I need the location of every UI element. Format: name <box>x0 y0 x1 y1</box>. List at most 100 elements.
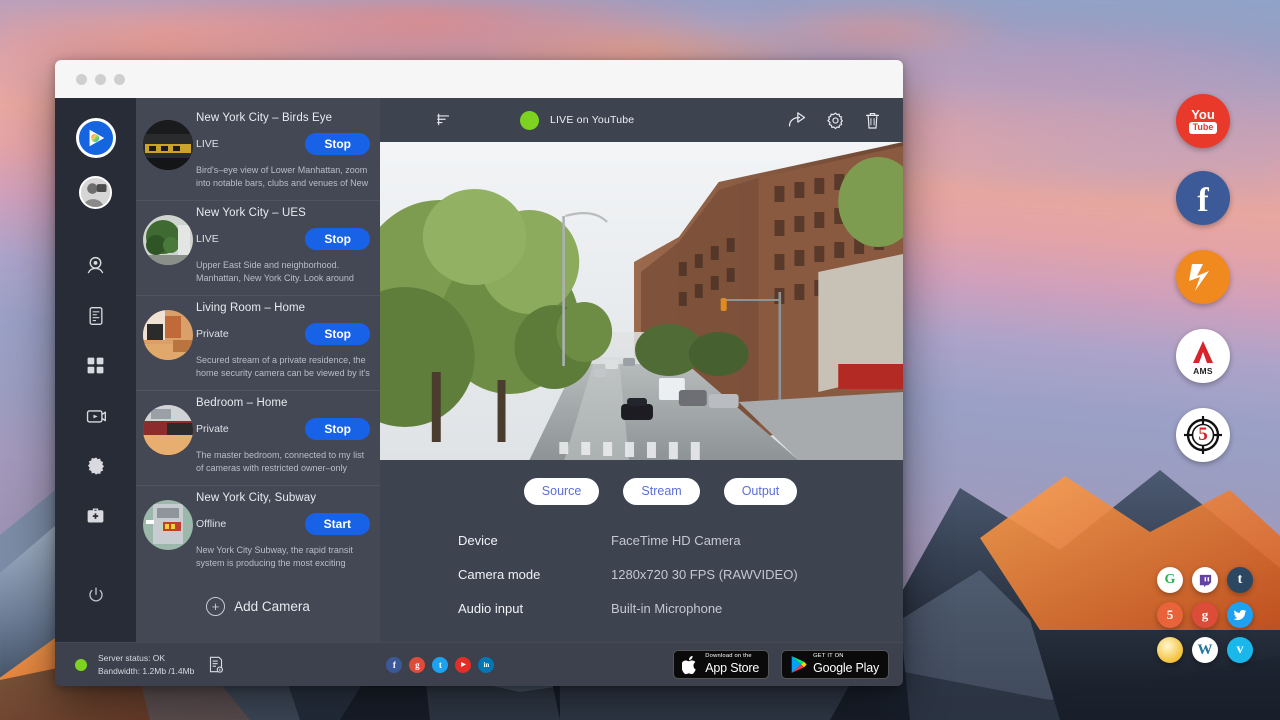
grabyo-icon[interactable]: G <box>1157 567 1183 593</box>
webcam-icon <box>85 255 106 281</box>
camera-state: LIVE <box>196 233 219 245</box>
user-avatar[interactable] <box>79 176 112 209</box>
camera-list-item[interactable]: New York City – UES LIVE Stop Upper East… <box>136 200 380 295</box>
detail-label: Audio input <box>458 601 611 616</box>
sidebar-item-webcam[interactable] <box>73 245 119 291</box>
live-status-dot <box>520 111 539 130</box>
settings-button[interactable] <box>826 111 845 130</box>
camera-list-item[interactable]: Bedroom – Home Private Stop The master b… <box>136 390 380 485</box>
camera-list-item[interactable]: Living Room – Home Private Stop Secured … <box>136 295 380 390</box>
detail-row-audio-input: Audio input Built-in Microphone <box>458 601 903 616</box>
video-icon <box>85 405 107 432</box>
toolbar-actions <box>787 110 881 130</box>
sidebar-item-support[interactable] <box>73 495 119 541</box>
camera-state: LIVE <box>196 138 219 150</box>
tab-stream[interactable]: Stream <box>623 478 699 505</box>
camera-title: New York City – Birds Eye <box>196 112 370 124</box>
google-play-top-label: GET IT ON <box>813 654 879 660</box>
vimeo-icon[interactable]: v <box>1227 637 1253 663</box>
app-logo-play[interactable] <box>76 118 116 158</box>
youtube-label-bottom: Tube <box>1189 122 1218 133</box>
youtube-icon[interactable]: ▶ <box>455 657 471 673</box>
main-panel: LIVE on YouTube <box>380 98 903 642</box>
detail-value[interactable]: Built-in Microphone <box>611 601 722 616</box>
camera-thumbnail <box>143 500 193 550</box>
twitter-bird-glyph <box>1233 608 1247 622</box>
camera-title: New York City – UES <box>196 207 370 219</box>
detail-row-camera-mode: Camera mode 1280x720 30 FPS (RAWVIDEO) <box>458 567 903 582</box>
sun-icon[interactable] <box>1157 637 1183 663</box>
detail-value[interactable]: FaceTime HD Camera <box>611 533 741 548</box>
camera-thumbnail <box>143 405 193 455</box>
google-plus-glyph: g <box>1202 607 1209 623</box>
add-camera-label: Add Camera <box>234 599 310 614</box>
wordpress-icon[interactable]: W <box>1192 637 1218 663</box>
camera-list-panel: New York City – Birds Eye LIVE Stop Bird… <box>136 98 380 642</box>
live-status-label: LIVE on YouTube <box>550 114 634 126</box>
detail-label: Device <box>458 533 611 548</box>
server-status-dot <box>75 659 87 671</box>
video-preview[interactable] <box>380 142 903 460</box>
google-play-badge[interactable]: GET IT ON Google Play <box>781 650 889 679</box>
sidebar-rail <box>55 98 136 642</box>
facebook-icon[interactable]: f <box>386 657 402 673</box>
window-zoom-button[interactable] <box>114 74 125 85</box>
camera-toggle-button[interactable]: Start <box>305 513 370 535</box>
sort-filter-icon[interactable] <box>436 113 451 128</box>
window-body: New York City – Birds Eye LIVE Stop Bird… <box>55 98 903 642</box>
facebook-desktop-icon[interactable]: f <box>1176 171 1230 225</box>
vimeo-glyph: v <box>1237 642 1244 658</box>
window-titlebar <box>55 60 903 98</box>
sidebar-item-power[interactable] <box>73 574 119 620</box>
camera-list-item[interactable]: New York City – Birds Eye LIVE Stop Bird… <box>136 106 380 200</box>
camera-description: Secured stream of a private residence, t… <box>196 354 370 380</box>
camera-list[interactable]: New York City – Birds Eye LIVE Stop Bird… <box>136 98 380 575</box>
camera-title: Living Room – Home <box>196 302 370 314</box>
status-footer: Server status: OK Bandwidth: 1.2Mb /1.4M… <box>55 642 903 686</box>
five-target-desktop-icon[interactable]: 5 <box>1176 408 1230 462</box>
adobe-ams-desktop-icon[interactable]: AMS <box>1176 329 1230 383</box>
tab-source[interactable]: Source <box>524 478 600 505</box>
sidebar-item-video[interactable] <box>73 395 119 441</box>
server-status: Server status: OK Bandwidth: 1.2Mb /1.4M… <box>75 652 224 677</box>
google-plus-icon[interactable]: g <box>409 657 425 673</box>
grid-icon <box>86 356 105 380</box>
app-store-badges: Download on the App Store GET IT ON Goog… <box>673 650 889 679</box>
share-button[interactable] <box>787 110 807 130</box>
camera-toggle-button[interactable]: Stop <box>305 418 370 440</box>
add-camera-button[interactable]: + Add Camera <box>136 575 380 642</box>
camera-toggle-button[interactable]: Stop <box>305 133 370 155</box>
app-window: New York City – Birds Eye LIVE Stop Bird… <box>55 60 903 686</box>
document-info-icon[interactable] <box>208 656 224 673</box>
sidebar-item-grid[interactable] <box>73 345 119 391</box>
tumblr-icon[interactable]: t <box>1227 567 1253 593</box>
detail-value[interactable]: 1280x720 30 FPS (RAWVIDEO) <box>611 567 798 582</box>
server-status-line: Server status: OK <box>98 653 165 663</box>
window-close-button[interactable] <box>76 74 87 85</box>
twitter-icon[interactable] <box>1227 602 1253 628</box>
google-play-icon <box>790 655 807 674</box>
google-plus-icon[interactable]: g <box>1192 602 1218 628</box>
live-status-indicator: LIVE on YouTube <box>520 111 634 130</box>
camera-toggle-button[interactable]: Stop <box>305 228 370 250</box>
app-store-badge[interactable]: Download on the App Store <box>673 650 769 679</box>
camera-toggle-button[interactable]: Stop <box>305 323 370 345</box>
twitter-icon[interactable]: t <box>432 657 448 673</box>
five-icon[interactable]: 5 <box>1157 602 1183 628</box>
youtube-desktop-icon[interactable]: You Tube <box>1176 94 1230 148</box>
detail-label: Camera mode <box>458 567 611 582</box>
twitch-icon[interactable] <box>1192 567 1218 593</box>
camera-thumbnail <box>143 310 193 360</box>
camera-description: Upper East Side and neighborhood. Manhat… <box>196 259 370 285</box>
camera-thumbnail <box>143 215 193 265</box>
linkedin-icon[interactable]: in <box>478 657 494 673</box>
sidebar-item-devices[interactable] <box>73 295 119 341</box>
delete-button[interactable] <box>864 111 881 130</box>
window-minimize-button[interactable] <box>95 74 106 85</box>
wowza-desktop-icon[interactable] <box>1176 250 1230 304</box>
desktop: New York City – Birds Eye LIVE Stop Bird… <box>0 0 1280 720</box>
tab-output[interactable]: Output <box>724 478 798 505</box>
camera-list-item[interactable]: New York City, Subway Offline Start New … <box>136 485 380 575</box>
sidebar-item-settings[interactable] <box>73 445 119 491</box>
social-links: f g t ▶ in <box>386 657 494 673</box>
